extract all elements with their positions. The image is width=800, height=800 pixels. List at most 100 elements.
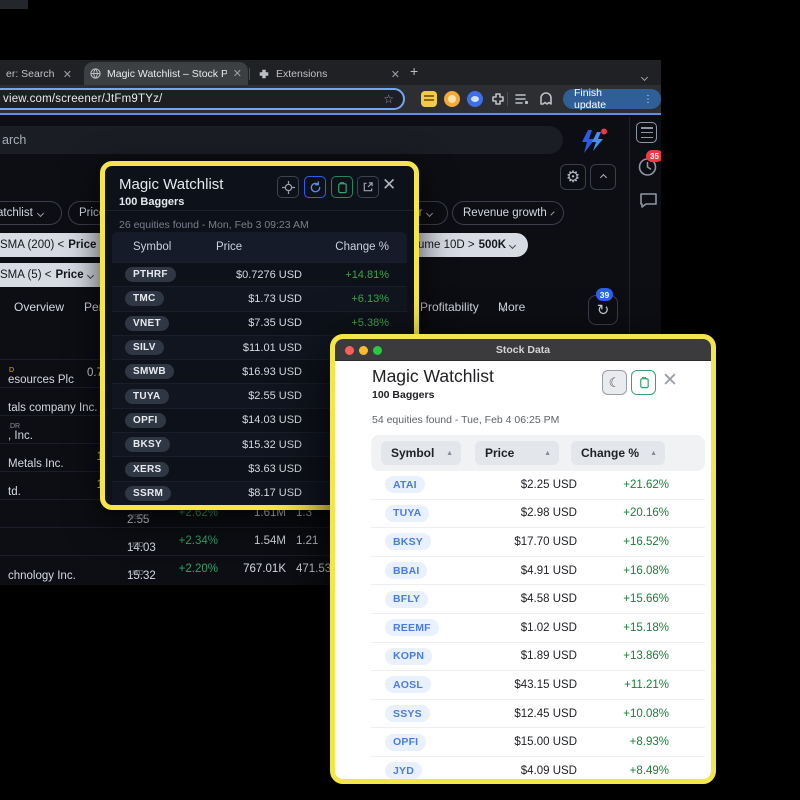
symbol-badge[interactable]: BKSY [385, 533, 431, 550]
tab-profitability[interactable]: Profitability [420, 300, 479, 314]
desktop: er: Search and F ✕ Magic Watchlist – Sto… [0, 0, 800, 800]
dark-mode-button[interactable]: ☾ [602, 370, 627, 395]
symbol-badge[interactable]: OPFI [125, 413, 166, 428]
stock-row[interactable]: AOSL $43.15 USD +11.21% [371, 671, 705, 700]
symbol-badge[interactable]: SILV [125, 340, 164, 355]
close-traffic-light[interactable] [345, 346, 354, 355]
watchlist-row[interactable]: VNET $7.35 USD +5.38% [112, 311, 407, 335]
panel-subtitle: 100 Baggers [119, 196, 184, 208]
copy-button[interactable] [631, 370, 656, 395]
tab-close-icon[interactable]: ✕ [63, 68, 72, 81]
puzzle-icon [258, 68, 270, 80]
address-bar[interactable]: view.com/screener/JtFm9TYz/ ☆ [0, 88, 405, 110]
tab-extensions[interactable]: Extensions ✕ [252, 63, 406, 85]
stock-row[interactable]: TUYA $2.98 USD +20.16% [371, 500, 705, 529]
stock-row[interactable]: BBAI $4.91 USD +16.08% [371, 557, 705, 586]
symbol-badge[interactable]: TMC [125, 291, 164, 306]
browser-toolbar: view.com/screener/JtFm9TYz/ ☆ Finish upd… [0, 85, 661, 113]
stock-row[interactable]: OPFI $15.00 USD +8.93% [371, 728, 705, 757]
close-icon[interactable]: ✕ [382, 175, 396, 195]
settings-gear-button[interactable]: ⚙ [560, 164, 586, 190]
zoom-traffic-light[interactable] [373, 346, 382, 355]
extensions-menu-icon[interactable] [490, 91, 506, 107]
tab-close-icon[interactable]: ✕ [233, 67, 242, 80]
panel-title: Magic Watchlist [119, 176, 223, 193]
symbol-badge[interactable]: ATAI [385, 476, 425, 493]
sort-change-header[interactable]: Change %▲ [571, 441, 665, 465]
symbol-badge[interactable]: TUYA [125, 389, 169, 404]
sort-arrow-icon: ▲ [446, 450, 453, 457]
finish-update-button[interactable]: Finish update ⋮ [563, 89, 661, 109]
symbol-badge[interactable]: PTHRF [125, 267, 176, 282]
extension-notes-icon[interactable] [421, 91, 437, 107]
stock-row[interactable]: BKSY $17.70 USD +16.52% [371, 528, 705, 557]
symbol-badge[interactable]: BKSY [125, 437, 170, 452]
toolbar-divider [507, 92, 508, 106]
refresh-button[interactable] [304, 176, 326, 198]
watchlist-title: Magic Watchlist [372, 366, 494, 387]
equities-status: 54 equities found - Tue, Feb 4 06:25 PM [372, 414, 559, 426]
table-header: Symbol▲ Price▲ Change %▲ [371, 435, 705, 471]
table-header: Symbol Price Change % [112, 232, 407, 262]
symbol-badge[interactable]: BBAI [385, 562, 427, 579]
filter-volume[interactable]: ume 10D >500K [404, 233, 528, 257]
copy-button[interactable] [331, 176, 353, 198]
symbol-badge[interactable]: OPFI [385, 734, 426, 751]
bookmark-star-icon[interactable]: ☆ [383, 92, 403, 106]
stock-row[interactable]: REEMF $1.02 USD +15.18% [371, 614, 705, 643]
collapse-button[interactable] [590, 164, 616, 190]
chat-icon[interactable] [638, 191, 659, 210]
tab-overview[interactable]: Overview [14, 300, 64, 314]
filter-revenue-growth[interactable]: Revenue growth [452, 201, 564, 225]
symbol-badge[interactable]: KOPN [385, 648, 432, 665]
browser-menu-icon[interactable]: ⋮ [643, 94, 653, 105]
symbol-badge[interactable]: XERS [125, 462, 169, 477]
symbol-badge[interactable]: TUYA [385, 505, 429, 522]
symbol-badge[interactable]: SMWB [125, 364, 174, 379]
filter-sma200[interactable]: SMA (200) <Price [0, 233, 112, 257]
symbol-badge[interactable]: REEMF [385, 619, 439, 636]
new-tab-button[interactable]: + [410, 63, 418, 79]
ghost-icon[interactable] [538, 91, 554, 107]
symbol-badge[interactable]: AOSL [385, 676, 431, 693]
watchlist-row[interactable]: TMC $1.73 USD +6.13% [112, 286, 407, 310]
url-text: view.com/screener/JtFm9TYz/ [0, 93, 383, 105]
symbol-badge[interactable]: VNET [125, 316, 169, 331]
filter-watchlist[interactable]: atchlist [0, 201, 62, 225]
symbol-badge[interactable]: SSYS [385, 705, 430, 722]
stock-row[interactable]: ATAI $2.25 USD +21.62% [371, 471, 705, 500]
tab-list-chevron-icon[interactable] [642, 67, 647, 85]
symbol-badge[interactable]: SSRM [125, 486, 171, 501]
crosshair-button[interactable] [277, 176, 299, 198]
symbol-badge[interactable]: BFLY [385, 591, 428, 608]
alerts-count-badge: 35 [646, 150, 661, 162]
watchlist-subtitle: 100 Baggers [372, 389, 434, 401]
stock-row[interactable]: JYD $4.09 USD +8.49% [371, 757, 705, 784]
tab-more[interactable]: More [498, 300, 506, 314]
minimize-traffic-light[interactable] [359, 346, 368, 355]
extension-orange-icon[interactable] [444, 91, 460, 107]
globe-icon [90, 68, 101, 79]
reading-list-icon[interactable] [514, 91, 530, 107]
watchlist-row[interactable]: PTHRF $0.7276 USD +14.81% [112, 262, 407, 286]
equities-status: 26 equities found - Mon, Feb 3 09:23 AM [105, 210, 414, 231]
close-icon[interactable]: ✕ [662, 369, 678, 392]
stock-row[interactable]: BFLY $4.58 USD +15.66% [371, 585, 705, 614]
tab-divider [249, 68, 250, 80]
sort-price-header[interactable]: Price▲ [475, 441, 559, 465]
stock-row[interactable]: KOPN $1.89 USD +13.86% [371, 643, 705, 672]
tradingview-sparks-logo[interactable] [578, 128, 608, 155]
extension-blue-icon[interactable] [467, 91, 483, 107]
tab-close-icon[interactable]: ✕ [391, 68, 400, 81]
external-link-button[interactable] [357, 176, 379, 198]
watchlist-panel-icon[interactable] [636, 122, 657, 143]
sort-symbol-header[interactable]: Symbol▲ [381, 441, 461, 465]
search-input[interactable]: arch [0, 126, 563, 154]
tab-magic-watchlist[interactable]: Magic Watchlist – Stock Pick ✕ [84, 62, 248, 85]
stock-table: Symbol▲ Price▲ Change %▲ ATAI $2.25 USD … [371, 435, 705, 784]
tab-search[interactable]: er: Search and F ✕ [0, 63, 78, 85]
filter-sma5[interactable]: SMA (5) <Price [0, 263, 114, 287]
window-titlebar[interactable]: Stock Data [335, 339, 711, 361]
symbol-badge[interactable]: JYD [385, 762, 422, 779]
stock-row[interactable]: SSYS $12.45 USD +10.08% [371, 700, 705, 729]
